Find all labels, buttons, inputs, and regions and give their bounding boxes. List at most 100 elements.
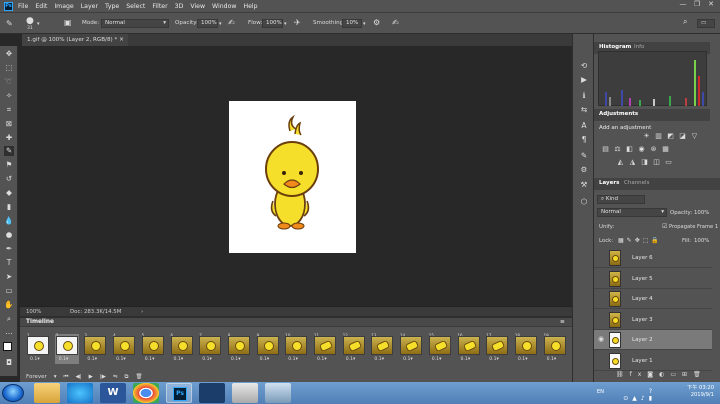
adjustment-layer-icon[interactable]: ◐	[659, 371, 670, 378]
frame-delay[interactable]: 0.1▾	[547, 357, 557, 362]
chevron-down-icon[interactable]: ▾	[219, 20, 222, 28]
brush-settings-icon[interactable]: ▣	[64, 19, 72, 27]
timeline-frame[interactable]: 30.1▾	[83, 333, 107, 364]
word-icon[interactable]: W	[100, 383, 126, 403]
frame-delay[interactable]: 0.1▾	[87, 357, 97, 362]
layer-opacity-value[interactable]: 100%	[694, 210, 709, 216]
timeline-frame[interactable]: 50.1▾	[141, 333, 165, 364]
timeline-frame[interactable]: 40.1▾	[112, 333, 136, 364]
timeline-frame[interactable]: 20.1▾	[54, 333, 79, 364]
gradient-map-icon[interactable]: ▭	[664, 158, 673, 167]
layer-row[interactable]: Layer 1	[594, 351, 712, 371]
frame-delay[interactable]: 0.1▾	[432, 357, 442, 362]
visibility-eye-icon[interactable]: ◉	[598, 336, 605, 343]
eyedropper-tool-icon[interactable]: ⊠	[4, 119, 14, 129]
visibility-eye-icon[interactable]	[598, 295, 605, 302]
minimize-button[interactable]: —	[676, 0, 690, 8]
zoom-tool-icon[interactable]: ⌕	[4, 314, 14, 324]
properties-panel-icon[interactable]: ℹ	[578, 90, 590, 102]
tab-adjustments[interactable]: Adjustments	[599, 111, 638, 117]
menu-filter[interactable]: Filter	[152, 3, 167, 10]
checkbox-icon[interactable]: ☑	[662, 223, 667, 230]
timeline-frame[interactable]: 10.1▾	[26, 333, 50, 364]
frame-delay[interactable]: 0.1▾	[374, 357, 384, 362]
color-lookup-icon[interactable]: ▦	[661, 145, 670, 154]
blur-tool-icon[interactable]: 💧	[4, 216, 14, 226]
duplicate-frame-icon[interactable]: ⧉	[125, 374, 129, 381]
close-tab-icon[interactable]: ×	[119, 36, 124, 43]
chevron-down-icon[interactable]: ▾	[363, 20, 366, 28]
more-tools-icon[interactable]: …	[4, 327, 14, 337]
frame-delay[interactable]: 0.1▾	[59, 357, 69, 362]
timeline-frame[interactable]: 80.1▾	[227, 333, 251, 364]
brush-tool-icon[interactable]: ✎	[4, 146, 14, 156]
brightness-icon[interactable]: ☀	[642, 132, 651, 141]
frame-delay[interactable]: 0.1▾	[30, 357, 40, 362]
marquee-tool-icon[interactable]: ⬚	[4, 63, 14, 73]
frame-delay[interactable]: 0.1▾	[202, 357, 212, 362]
menu-image[interactable]: Image	[54, 3, 73, 10]
language-indicator[interactable]: EN	[597, 389, 604, 396]
flow-field[interactable]: 100%	[262, 19, 283, 28]
panel-menu-icon[interactable]: ≡	[560, 319, 565, 325]
timeline-frame[interactable]: 90.1▾	[256, 333, 280, 364]
color-balance-icon[interactable]: ⚖	[613, 145, 622, 154]
visibility-eye-icon[interactable]	[598, 357, 605, 364]
tool-presets-icon[interactable]: ⚒	[578, 179, 590, 191]
timeline-frame[interactable]: 140.1▾	[399, 333, 423, 364]
layer-row[interactable]: Layer 3	[594, 310, 712, 330]
link-icon[interactable]: ⛓	[616, 371, 630, 378]
opacity-field[interactable]: 100%	[197, 19, 218, 28]
menu-3d[interactable]: 3D	[175, 3, 184, 10]
tab-channels[interactable]: Channels	[624, 180, 649, 186]
folder-icon[interactable]: ▭	[670, 371, 682, 378]
frame-delay[interactable]: 0.1▾	[518, 357, 528, 362]
exposure-icon[interactable]: ◪	[678, 132, 687, 141]
chevron-down-icon[interactable]: ▾	[284, 20, 287, 28]
document-tab[interactable]: 1.gif @ 100% (Layer 2, RGB/8) * ×	[22, 34, 128, 46]
app-icon[interactable]	[232, 383, 258, 403]
app-icon[interactable]	[265, 383, 291, 403]
history-panel-icon[interactable]: ⟲	[578, 60, 590, 72]
type-tool-icon[interactable]: T	[4, 258, 14, 268]
mode-select[interactable]: Normal ▾	[101, 19, 169, 28]
timeline-frame[interactable]: 170.1▾	[485, 333, 509, 364]
airbrush-icon[interactable]: ✈	[294, 19, 301, 27]
fill-value[interactable]: 100%	[694, 238, 709, 244]
crop-tool-icon[interactable]: ⌗	[4, 105, 14, 115]
clock-date[interactable]: 2019/9/1	[687, 392, 714, 399]
document-canvas[interactable]	[229, 101, 356, 253]
next-frame-icon[interactable]: |▶	[100, 374, 106, 380]
photoshop-taskbar-icon[interactable]: Ps	[166, 383, 192, 403]
move-tool-icon[interactable]: ✥	[4, 49, 14, 59]
levels-icon[interactable]: ▥	[654, 132, 663, 141]
play-icon[interactable]: ▶	[89, 374, 93, 380]
history-brush-tool-icon[interactable]: ↺	[4, 174, 14, 184]
pen-tool-icon[interactable]: ✒	[4, 244, 14, 254]
gradient-tool-icon[interactable]: ▮	[4, 202, 14, 212]
layer-name[interactable]: Layer 5	[632, 276, 653, 282]
layer-row[interactable]: Layer 6	[594, 248, 712, 268]
menu-view[interactable]: View	[190, 3, 205, 10]
menu-file[interactable]: File	[18, 3, 28, 10]
layer-name[interactable]: Layer 1	[632, 358, 653, 364]
selective-color-icon[interactable]: ◫	[652, 158, 661, 167]
quick-select-tool-icon[interactable]: ✧	[4, 91, 14, 101]
mask-icon[interactable]: ◙	[647, 371, 659, 378]
curves-icon[interactable]: ◩	[666, 132, 675, 141]
layer-filter-select[interactable]: ⌕ Kind	[597, 195, 645, 204]
frame-delay[interactable]: 0.1▾	[403, 357, 413, 362]
chevron-down-icon[interactable]: ▾	[37, 20, 40, 28]
character-panel-icon[interactable]: A	[578, 120, 590, 132]
frame-delay[interactable]: 0.1▾	[260, 357, 270, 362]
shape-tool-icon[interactable]: ▭	[4, 286, 14, 296]
smoothing-settings-icon[interactable]: ⚙	[373, 19, 380, 27]
chevron-down-icon[interactable]: ▾	[54, 374, 57, 380]
dodge-tool-icon[interactable]: ●	[4, 230, 14, 240]
internet-explorer-icon[interactable]	[67, 383, 93, 403]
first-frame-icon[interactable]: ⏮	[64, 374, 69, 381]
lock-icons[interactable]: ▦✎✥⬚🔒	[618, 237, 662, 244]
tab-layers[interactable]: Layers	[599, 180, 619, 186]
invert-icon[interactable]: ◭	[616, 158, 625, 167]
previous-frame-icon[interactable]: ◀|	[75, 374, 81, 380]
